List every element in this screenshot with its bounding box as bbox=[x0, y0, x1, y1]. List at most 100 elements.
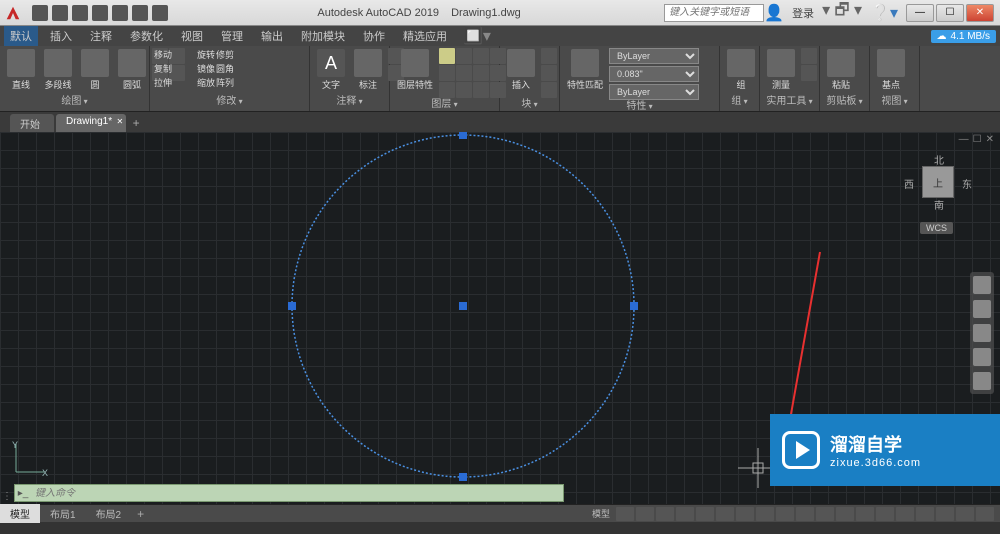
customize-icon[interactable] bbox=[976, 507, 994, 521]
zoom-icon[interactable] bbox=[973, 324, 991, 342]
isolate-icon[interactable] bbox=[916, 507, 934, 521]
quickprops-icon[interactable] bbox=[876, 507, 894, 521]
layerprops-button[interactable]: 图层特性 bbox=[394, 48, 436, 92]
tab-insert[interactable]: 插入 bbox=[44, 26, 78, 46]
edit-block-icon[interactable] bbox=[541, 65, 557, 81]
tab-output[interactable]: 输出 bbox=[255, 26, 289, 46]
layer-uniso-icon[interactable] bbox=[456, 65, 472, 81]
base-button[interactable]: 基点 bbox=[874, 48, 908, 92]
grip-top[interactable] bbox=[459, 132, 467, 139]
stretch-button[interactable]: 拉伸 bbox=[154, 76, 196, 89]
grip-center[interactable] bbox=[459, 302, 467, 310]
maximize-button[interactable]: ☐ bbox=[936, 4, 964, 22]
close-tab-icon[interactable]: ✕ bbox=[116, 117, 123, 126]
layout-1[interactable]: 布局1 bbox=[40, 504, 86, 523]
panel-block-title[interactable]: 块 bbox=[504, 98, 555, 112]
panel-modify-title[interactable]: 修改 bbox=[154, 95, 305, 109]
otrack-toggle-icon[interactable] bbox=[716, 507, 734, 521]
wcs-label[interactable]: WCS bbox=[920, 222, 953, 234]
lwt-toggle-icon[interactable] bbox=[736, 507, 754, 521]
panel-layers-title[interactable]: 图层 bbox=[394, 98, 495, 112]
paste-button[interactable]: 粘贴 bbox=[824, 48, 858, 92]
exchange-icon[interactable]: ▾ 🗗 ▾ bbox=[822, 0, 862, 26]
command-line[interactable]: ▸_ bbox=[14, 484, 564, 502]
attr-icon[interactable] bbox=[541, 82, 557, 98]
tab-parametric[interactable]: 参数化 bbox=[124, 26, 169, 46]
qat-new-icon[interactable] bbox=[32, 5, 48, 21]
polar-toggle-icon[interactable] bbox=[676, 507, 694, 521]
cycling-toggle-icon[interactable] bbox=[776, 507, 794, 521]
snap-toggle-icon[interactable] bbox=[636, 507, 654, 521]
scale-button[interactable]: 缩放 bbox=[197, 76, 215, 89]
layer-iso-icon[interactable] bbox=[439, 65, 455, 81]
panel-view-title[interactable]: 视图 bbox=[874, 95, 915, 109]
user-icon[interactable]: 👤 bbox=[764, 3, 784, 23]
group-button[interactable]: 组 bbox=[724, 48, 758, 92]
showmotion-icon[interactable] bbox=[973, 372, 991, 390]
insert-button[interactable]: 插入 bbox=[504, 48, 538, 92]
move-button[interactable]: 移动 bbox=[154, 48, 196, 61]
measure-button[interactable]: 测量 bbox=[764, 48, 798, 92]
drawing-canvas[interactable]: — ☐ ✕ X Y 北 南 西 东 上 WCS ⋮⋮ ▸_ 溜溜自学 zi bbox=[0, 132, 1000, 504]
help-icon[interactable]: ❔▾ bbox=[870, 3, 898, 23]
doc-min-icon[interactable]: — bbox=[959, 134, 969, 145]
command-input[interactable] bbox=[31, 488, 563, 499]
tab-collab[interactable]: 协作 bbox=[357, 26, 391, 46]
layer-state-icon[interactable] bbox=[473, 82, 489, 98]
rotate-button[interactable]: 旋转 bbox=[197, 48, 215, 61]
fillet-button[interactable]: 圆角 bbox=[216, 62, 234, 75]
qat-undo-icon[interactable] bbox=[132, 5, 148, 21]
file-tab-drawing1[interactable]: Drawing1*✕ bbox=[56, 114, 126, 132]
tab-manage[interactable]: 管理 bbox=[215, 26, 249, 46]
color-select[interactable]: ByLayer bbox=[609, 48, 699, 64]
pan-icon[interactable] bbox=[973, 300, 991, 318]
annotation-scale-icon[interactable] bbox=[796, 507, 814, 521]
lineweight-select[interactable]: 0.083" bbox=[609, 66, 699, 82]
close-button[interactable]: ✕ bbox=[966, 4, 994, 22]
qat-open-icon[interactable] bbox=[52, 5, 68, 21]
create-block-icon[interactable] bbox=[541, 48, 557, 64]
doc-close-icon[interactable]: ✕ bbox=[986, 134, 994, 145]
transparency-toggle-icon[interactable] bbox=[756, 507, 774, 521]
orbit-icon[interactable] bbox=[973, 348, 991, 366]
panel-props-title[interactable]: 特性 bbox=[564, 100, 715, 114]
text-button[interactable]: A文字 bbox=[314, 48, 348, 92]
layer-walk-icon[interactable] bbox=[456, 82, 472, 98]
qat-redo-icon[interactable] bbox=[152, 5, 168, 21]
layer-on-icon[interactable] bbox=[439, 48, 455, 64]
trim-button[interactable]: 修剪 bbox=[216, 48, 234, 61]
tab-featured[interactable]: 精选应用 bbox=[397, 26, 453, 46]
viewcube-east[interactable]: 东 bbox=[962, 176, 972, 191]
panel-clip-title[interactable]: 剪贴板 bbox=[824, 95, 865, 109]
app-logo[interactable] bbox=[0, 0, 26, 26]
grip-bottom[interactable] bbox=[459, 473, 467, 481]
polyline-button[interactable]: 多段线 bbox=[41, 48, 75, 92]
array-button[interactable]: 阵列 bbox=[216, 76, 234, 89]
layout-add-button[interactable]: + bbox=[131, 507, 150, 521]
arc-button[interactable]: 圆弧 bbox=[115, 48, 149, 92]
cleanscreen-icon[interactable] bbox=[956, 507, 974, 521]
grip-right[interactable] bbox=[630, 302, 638, 310]
layer-off-icon[interactable] bbox=[473, 65, 489, 81]
status-model[interactable]: 模型 bbox=[588, 507, 614, 521]
grid-toggle-icon[interactable] bbox=[616, 507, 634, 521]
file-tab-start[interactable]: 开始 bbox=[10, 114, 54, 132]
workspace-icon[interactable] bbox=[816, 507, 834, 521]
tab-annotate[interactable]: 注释 bbox=[84, 26, 118, 46]
qat-save-icon[interactable] bbox=[72, 5, 88, 21]
layer-freeze-icon[interactable] bbox=[456, 48, 472, 64]
viewcube[interactable]: 北 南 西 东 上 WCS bbox=[908, 152, 968, 212]
doc-max-icon[interactable]: ☐ bbox=[973, 134, 982, 145]
tab-addins[interactable]: 附加模块 bbox=[295, 26, 351, 46]
osnap-toggle-icon[interactable] bbox=[696, 507, 714, 521]
panel-annot-title[interactable]: 注释 bbox=[314, 95, 385, 109]
grip-left[interactable] bbox=[288, 302, 296, 310]
matchprops-button[interactable]: 特性匹配 bbox=[564, 48, 606, 92]
lock-ui-icon[interactable] bbox=[896, 507, 914, 521]
viewcube-west[interactable]: 西 bbox=[904, 176, 914, 191]
dim-button[interactable]: 标注 bbox=[351, 48, 385, 92]
panel-util-title[interactable]: 实用工具 bbox=[764, 95, 815, 109]
circle-button[interactable]: 圆 bbox=[78, 48, 112, 92]
select-icon[interactable] bbox=[801, 65, 817, 81]
tab-default[interactable]: 默认 bbox=[4, 26, 38, 46]
